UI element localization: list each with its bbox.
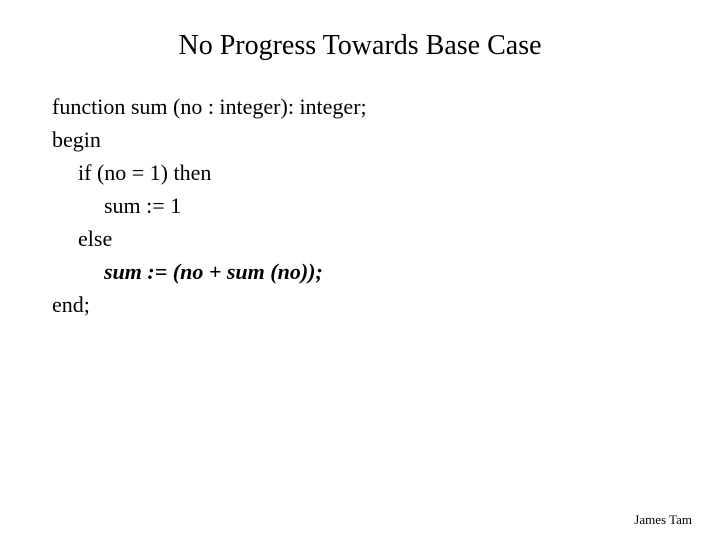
code-line-sum-recursive: sum := (no + sum (no));	[52, 255, 720, 288]
code-line-function: function sum (no : integer): integer;	[52, 90, 720, 123]
code-line-else: else	[52, 222, 720, 255]
footer-author: James Tam	[634, 512, 692, 528]
slide-title: No Progress Towards Base Case	[0, 0, 720, 90]
code-block: function sum (no : integer): integer; be…	[0, 90, 720, 321]
code-line-sum1: sum := 1	[52, 189, 720, 222]
code-line-end: end;	[52, 288, 720, 321]
code-line-begin: begin	[52, 123, 720, 156]
code-line-if: if (no = 1) then	[52, 156, 720, 189]
